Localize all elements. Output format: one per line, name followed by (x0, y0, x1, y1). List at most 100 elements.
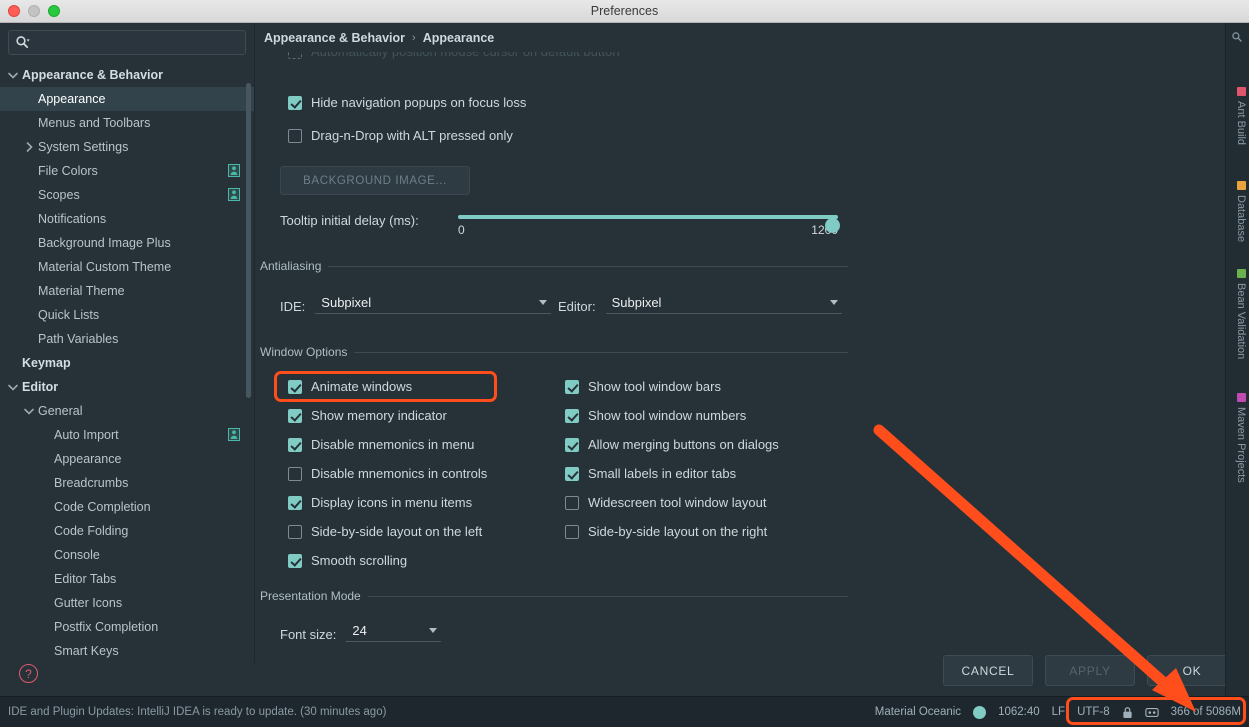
checkbox-show-tool-window-bars[interactable] (565, 379, 579, 394)
option-hide-navigation-popups[interactable]: Hide navigation popups on focus loss (288, 95, 526, 110)
sidebar-item-quick-lists[interactable]: Quick Lists (0, 303, 254, 327)
font-size-select[interactable]: 24 (346, 623, 442, 642)
memory-gc-icon[interactable] (1144, 706, 1159, 719)
sidebar-item-editor-tabs[interactable]: Editor Tabs (0, 567, 254, 591)
status-message[interactable]: IDE and Plugin Updates: IntelliJ IDEA is… (8, 706, 386, 718)
checkbox-smooth-scrolling[interactable] (288, 553, 302, 568)
sidebar-item-appearance[interactable]: Appearance (0, 447, 254, 471)
sidebar-item-notifications[interactable]: Notifications (0, 207, 254, 231)
sidebar-item-system-settings[interactable]: System Settings (0, 135, 254, 159)
search-box[interactable] (8, 30, 246, 55)
tool-window-bean-validation[interactable]: Bean Validation (1235, 269, 1247, 359)
status-line-separator[interactable]: LF (1052, 706, 1065, 718)
settings-main-panel: Appearance & Behavior › Appearance Autom… (256, 23, 1249, 663)
tool-window-ant-build[interactable]: Ant Build (1235, 87, 1247, 145)
checkbox-auto-position-cursor[interactable] (288, 52, 302, 59)
option-drag-n-drop-alt[interactable]: Drag-n-Drop with ALT pressed only (288, 128, 513, 143)
help-button[interactable]: ? (19, 664, 38, 683)
option-auto-position-cursor[interactable]: Automatically position mouse cursor on d… (288, 52, 620, 59)
sidebar-item-material-custom-theme[interactable]: Material Custom Theme (0, 255, 254, 279)
sidebar-item-auto-import[interactable]: Auto Import (0, 423, 254, 447)
editor-label: Editor: (558, 299, 596, 314)
slider-knob[interactable] (825, 218, 840, 233)
sidebar-item-label: Keymap (22, 356, 71, 370)
sidebar-item-path-variables[interactable]: Path Variables (0, 327, 254, 351)
ide-antialiasing-select[interactable]: Subpixel (315, 295, 552, 314)
sidebar-item-appearance[interactable]: Appearance (0, 87, 254, 111)
tooltip-delay-slider[interactable]: 0 1200 (458, 207, 840, 237)
checkbox-side-by-side-layout-on-the-left[interactable] (288, 524, 302, 539)
sidebar-item-gutter-icons[interactable]: Gutter Icons (0, 591, 254, 615)
background-image-button[interactable]: BACKGROUND IMAGE... (280, 166, 470, 195)
breadcrumb-root[interactable]: Appearance & Behavior (264, 31, 405, 45)
ok-button[interactable]: OK (1147, 655, 1237, 686)
status-caret-position[interactable]: 1062:40 (998, 706, 1040, 718)
search-input[interactable] (34, 35, 239, 50)
sidebar-item-menus-and-toolbars[interactable]: Menus and Toolbars (0, 111, 254, 135)
checkbox-drag-n-drop-alt[interactable] (288, 128, 302, 143)
search-everywhere-icon[interactable] (1231, 31, 1243, 43)
cancel-button[interactable]: CANCEL (943, 655, 1033, 686)
sidebar-item-general[interactable]: General (0, 399, 254, 423)
twisty-down-icon[interactable] (6, 68, 20, 82)
checkbox-animate-windows[interactable] (288, 379, 302, 394)
checkbox-show-tool-window-numbers[interactable] (565, 408, 579, 423)
checkbox-hide-navigation-popups[interactable] (288, 95, 302, 110)
option-disable-mnemonics-in-menu[interactable]: Disable mnemonics in menu (288, 430, 487, 459)
twisty-down-icon[interactable] (22, 404, 36, 418)
sidebar-scrollbar[interactable] (246, 83, 251, 398)
checkbox-disable-mnemonics-in-menu[interactable] (288, 437, 302, 452)
status-encoding[interactable]: UTF-8 (1077, 706, 1110, 718)
editor-antialiasing-select[interactable]: Subpixel (605, 295, 842, 314)
option-smooth-scrolling[interactable]: Smooth scrolling (288, 546, 487, 575)
tool-window-database[interactable]: Database (1235, 181, 1247, 242)
sidebar-item-material-theme[interactable]: Material Theme (0, 279, 254, 303)
option-side-by-side-layout-on-the-right[interactable]: Side-by-side layout on the right (565, 517, 779, 546)
status-theme[interactable]: Material Oceanic (875, 706, 961, 718)
checkbox-widescreen-tool-window-layout[interactable] (565, 495, 579, 510)
checkbox-disable-mnemonics-in-controls[interactable] (288, 466, 302, 481)
sidebar-item-label: File Colors (38, 164, 98, 178)
sidebar-item-label: Editor (22, 380, 59, 394)
option-small-labels-in-editor-tabs[interactable]: Small labels in editor tabs (565, 459, 779, 488)
option-widescreen-tool-window-layout[interactable]: Widescreen tool window layout (565, 488, 779, 517)
sidebar-item-scopes[interactable]: Scopes (0, 183, 254, 207)
option-animate-windows[interactable]: Animate windows (288, 372, 487, 401)
option-allow-merging-buttons-on-dialogs[interactable]: Allow merging buttons on dialogs (565, 430, 779, 459)
sidebar-item-code-completion[interactable]: Code Completion (0, 495, 254, 519)
twisty-right-icon[interactable] (22, 140, 36, 154)
lock-icon[interactable] (1122, 706, 1133, 719)
sidebar-item-background-image-plus[interactable]: Background Image Plus (0, 231, 254, 255)
option-show-tool-window-bars[interactable]: Show tool window bars (565, 372, 779, 401)
checkbox-display-icons-in-menu-items[interactable] (288, 495, 302, 510)
tool-window-maven-projects[interactable]: Maven Projects (1235, 393, 1247, 483)
sidebar-item-appearance-behavior[interactable]: Appearance & Behavior (0, 63, 254, 87)
sidebar-item-label: Menus and Toolbars (38, 116, 151, 130)
checkbox-side-by-side-layout-on-the-right[interactable] (565, 524, 579, 539)
sidebar-item-code-folding[interactable]: Code Folding (0, 519, 254, 543)
sidebar-item-smart-keys[interactable]: Smart Keys (0, 639, 254, 663)
checkbox-allow-merging-buttons-on-dialogs[interactable] (565, 437, 579, 452)
breadcrumb: Appearance & Behavior › Appearance (264, 31, 494, 45)
checkbox-small-labels-in-editor-tabs[interactable] (565, 466, 579, 481)
sidebar-item-editor[interactable]: Editor (0, 375, 254, 399)
option-side-by-side-layout-on-the-left[interactable]: Side-by-side layout on the left (288, 517, 487, 546)
sidebar-item-postfix-completion[interactable]: Postfix Completion (0, 615, 254, 639)
option-disable-mnemonics-in-controls[interactable]: Disable mnemonics in controls (288, 459, 487, 488)
sidebar-item-breadcrumbs[interactable]: Breadcrumbs (0, 471, 254, 495)
sidebar-item-console[interactable]: Console (0, 543, 254, 567)
sidebar-item-keymap[interactable]: Keymap (0, 351, 254, 375)
option-show-tool-window-numbers[interactable]: Show tool window numbers (565, 401, 779, 430)
status-memory-indicator[interactable]: 366 of 5086M (1171, 706, 1241, 718)
theme-color-dot-icon[interactable] (973, 705, 987, 719)
sidebar-item-file-colors[interactable]: File Colors (0, 159, 254, 183)
checkbox-show-memory-indicator[interactable] (288, 408, 302, 423)
apply-button[interactable]: APPLY (1045, 655, 1135, 686)
twisty-down-icon[interactable] (6, 380, 20, 394)
option-label: Animate windows (311, 379, 413, 394)
option-show-memory-indicator[interactable]: Show memory indicator (288, 401, 487, 430)
option-display-icons-in-menu-items[interactable]: Display icons in menu items (288, 488, 487, 517)
